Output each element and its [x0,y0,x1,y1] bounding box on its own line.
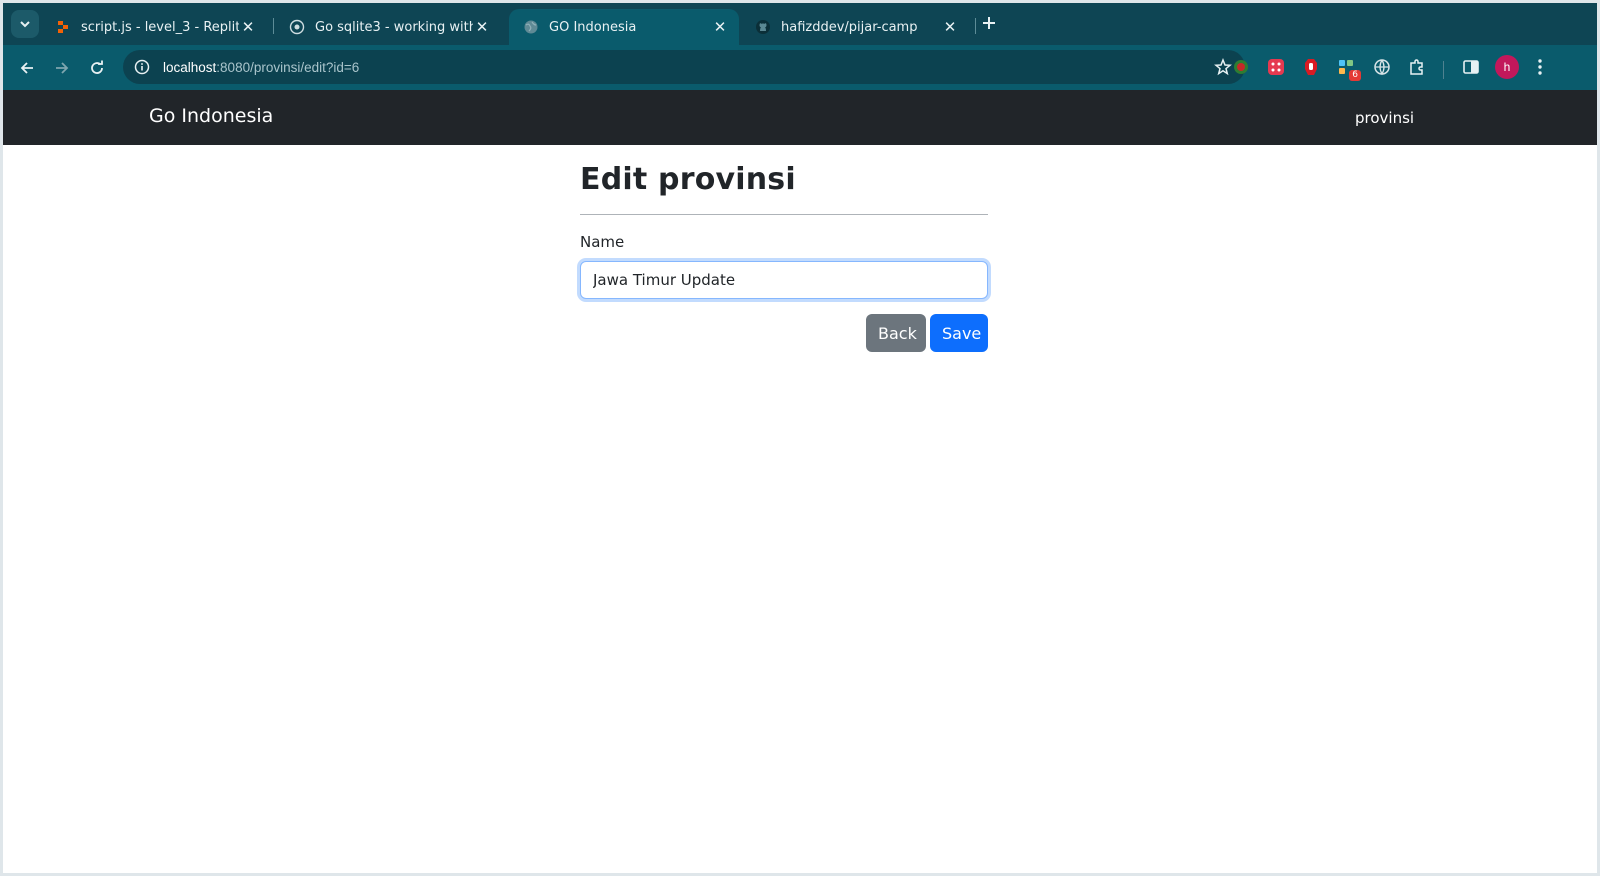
close-icon[interactable]: ✕ [941,18,959,36]
more-menu-icon[interactable] [1530,56,1550,78]
chevron-down-icon [20,21,30,28]
tab-title: GO Indonesia [549,19,637,35]
tab-github[interactable]: hafizddev/pijar-camp ✕ [741,9,969,45]
browser-window: script.js - level_3 - Replit ✕ Go sqlite… [3,3,1597,873]
side-panel-icon[interactable] [1460,56,1482,78]
divider [580,214,988,215]
tab-go-sqlite3[interactable]: Go sqlite3 - working with sql ✕ [275,9,501,45]
browser-toolbar: localhost:8080/provinsi/edit?id=6 6 h [3,45,1597,90]
tab-go-indonesia[interactable]: GO Indonesia ✕ [509,9,739,45]
tab-separator [975,18,976,34]
page-title: Edit provinsi [580,162,796,197]
reload-button[interactable] [83,54,111,82]
extension-hand-icon[interactable] [1300,56,1322,78]
tab-strip: script.js - level_3 - Replit ✕ Go sqlite… [3,3,1597,45]
globe-icon [523,19,539,35]
github-icon [755,19,771,35]
back-nav-button[interactable] [13,54,41,82]
url-text: localhost:8080/provinsi/edit?id=6 [163,60,359,75]
back-button[interactable]: Back [866,314,926,352]
close-icon[interactable]: ✕ [711,18,729,36]
edit-form: Edit provinsi Name Back Save [580,160,988,352]
name-input[interactable] [580,261,988,299]
arrow-left-icon [20,62,33,74]
profile-avatar[interactable]: h [1495,55,1519,79]
address-bar[interactable]: localhost:8080/provinsi/edit?id=6 [123,50,1245,84]
name-label: Name [580,233,625,251]
tab-separator [273,18,274,34]
tab-title: Go sqlite3 - working with sql [315,19,473,35]
arrow-right-icon [56,62,69,74]
web-page: Go Indonesia provinsi Edit provinsi Name… [3,90,1597,873]
save-button[interactable]: Save [930,314,988,352]
close-icon[interactable]: ✕ [473,18,491,36]
tab-replit[interactable]: script.js - level_3 - Replit ✕ [41,9,267,45]
tab-title: hafizddev/pijar-camp [781,19,918,35]
extension-apps-icon[interactable]: 6 [1335,56,1361,81]
extension-grid-icon[interactable] [1265,56,1287,78]
forward-nav-button[interactable] [48,54,76,82]
extension-badge: 6 [1349,70,1361,81]
site-info-icon[interactable] [133,58,151,76]
extensions-puzzle-icon[interactable] [1406,56,1428,78]
tab-search-button[interactable] [11,10,39,38]
brand-link[interactable]: Go Indonesia [149,105,273,127]
replit-icon [55,19,71,35]
new-tab-button[interactable] [978,14,1000,36]
tab-title: script.js - level_3 - Replit [81,19,239,35]
plus-icon [983,17,995,29]
form-actions: Back Save [580,314,988,352]
nav-link-provinsi[interactable]: provinsi [1355,109,1414,127]
reload-icon [91,60,103,74]
toolbar-separator [1443,61,1444,79]
target-icon [289,19,305,35]
site-navbar: Go Indonesia provinsi [3,90,1597,145]
url-path: :8080/provinsi/edit?id=6 [216,59,360,75]
close-icon[interactable]: ✕ [239,18,257,36]
extension-mark-icon[interactable] [1230,56,1252,78]
extension-globe-icon[interactable] [1371,56,1393,78]
url-host: localhost [163,59,217,75]
